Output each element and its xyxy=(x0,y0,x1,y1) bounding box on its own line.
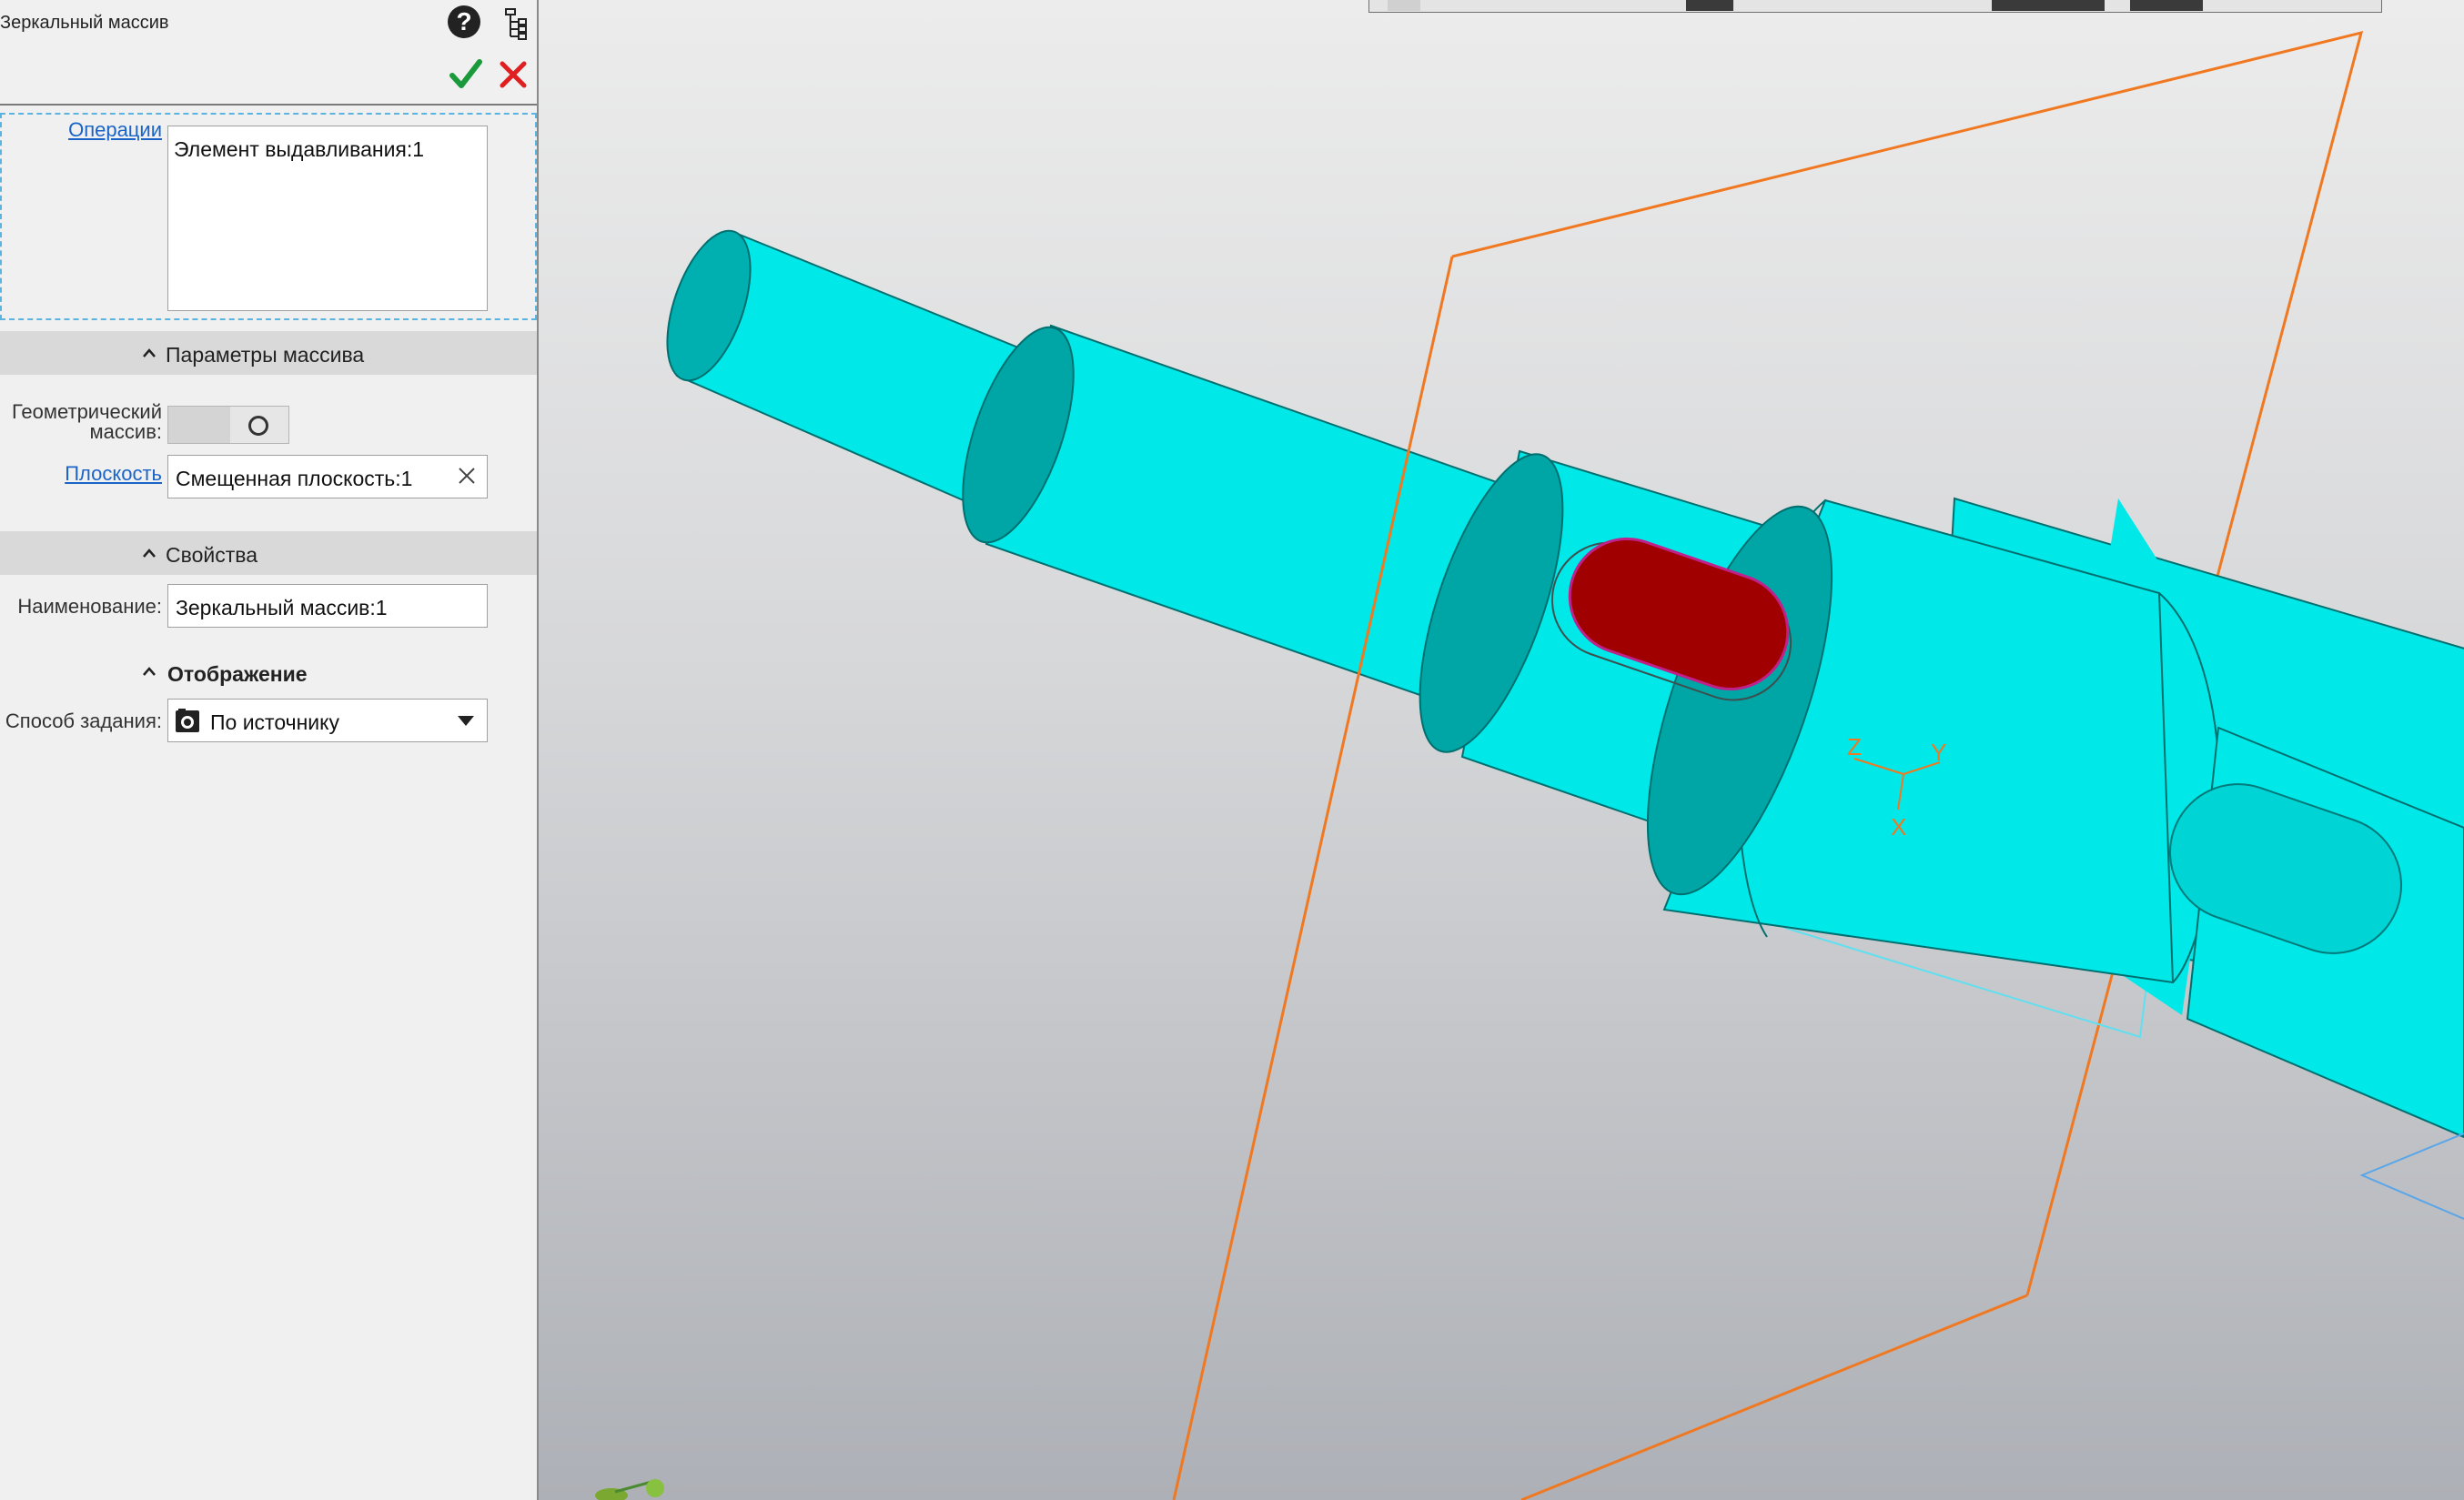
axis-x-label: X xyxy=(1891,813,1906,841)
accept-check-icon[interactable] xyxy=(448,56,484,93)
plane-field[interactable]: Смещенная плоскость:1 xyxy=(167,455,488,498)
plane-value: Смещенная плоскость:1 xyxy=(176,467,413,490)
geometric-array-toggle[interactable] xyxy=(167,406,289,444)
help-icon[interactable]: ? xyxy=(448,5,480,38)
toggle-track xyxy=(168,407,230,443)
name-field[interactable]: Зеркальный массив:1 xyxy=(167,584,488,628)
geometric-array-label: Геометрический массив: xyxy=(11,400,162,443)
chevron-up-icon xyxy=(143,549,156,558)
section-title: Параметры массива xyxy=(166,343,365,367)
plane-outline xyxy=(2359,1133,2464,1220)
method-value: По источнику xyxy=(210,710,339,734)
section-title: Свойства xyxy=(166,543,258,567)
tree-icon[interactable] xyxy=(499,5,535,42)
name-label: Наименование: xyxy=(17,595,162,618)
chevron-up-icon[interactable] xyxy=(142,664,157,679)
source-color-icon xyxy=(176,709,199,732)
section-array-params[interactable]: Параметры массива xyxy=(0,331,537,375)
plane-link[interactable]: Плоскость xyxy=(65,462,162,486)
panel-title: Зеркальный массив xyxy=(0,13,169,33)
panel-header: Зеркальный массив ? xyxy=(0,0,537,106)
section-properties[interactable]: Свойства xyxy=(0,531,537,575)
list-item[interactable]: Элемент выдавливания:1 xyxy=(174,137,424,162)
property-panel: Зеркальный массив ? Операции Элемент выд… xyxy=(0,0,539,1500)
cancel-close-icon[interactable] xyxy=(495,56,531,93)
section-display-title[interactable]: Отображение xyxy=(167,662,308,687)
method-label: Способ задания: xyxy=(5,710,162,732)
model-scene[interactable]: Z Y X xyxy=(539,0,2464,1500)
axis-y-label: Y xyxy=(1931,739,1946,766)
dropdown-arrow-icon xyxy=(458,716,474,726)
chevron-up-icon xyxy=(143,348,156,357)
offset-plane-outline[interactable] xyxy=(1520,1294,2028,1500)
operations-list[interactable]: Элемент выдавливания:1 xyxy=(167,126,488,311)
orientation-gizmo-icon[interactable] xyxy=(595,1479,664,1500)
toggle-off-icon xyxy=(248,416,268,436)
3d-viewport[interactable]: Z Y X xyxy=(539,0,2464,1500)
method-select[interactable]: По источнику xyxy=(167,699,488,742)
axis-z-label: Z xyxy=(1847,733,1862,760)
clear-x-icon[interactable] xyxy=(456,465,478,487)
operations-link[interactable]: Операции xyxy=(68,118,162,142)
